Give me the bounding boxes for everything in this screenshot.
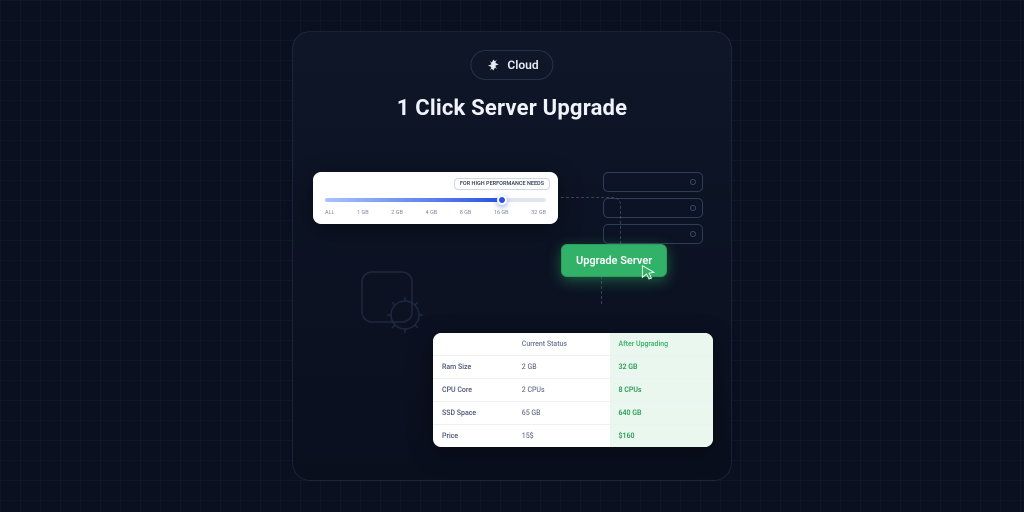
after-value: $160 <box>610 425 713 448</box>
row-label: CPU Core <box>433 379 513 402</box>
tick: 2 GB <box>391 210 403 216</box>
cpu-gear-icon <box>337 247 437 347</box>
slider-thumb[interactable] <box>497 195 507 205</box>
current-value: 2 GB <box>513 356 610 379</box>
slider-ticks: ALL 1 GB 2 GB 4 GB 8 GB 16 GB 32 GB <box>325 210 546 216</box>
slider-tooltip: FOR HIGH PERFORMANCE NEEDS <box>454 178 550 190</box>
tick: ALL <box>325 210 335 216</box>
ram-slider-card: FOR HIGH PERFORMANCE NEEDS ALL 1 GB 2 GB… <box>313 172 558 224</box>
server-icon <box>603 172 703 192</box>
current-value: 65 GB <box>513 402 610 425</box>
col-header-current: Current Status <box>513 333 610 356</box>
cursor-icon <box>639 264 659 284</box>
connector-line <box>561 197 621 247</box>
brand-name: Cloud <box>507 58 538 72</box>
current-value: 15$ <box>513 425 610 448</box>
row-label: SSD Space <box>433 402 513 425</box>
after-value: 8 CPUs <box>610 379 713 402</box>
page-title: 1 Click Server Upgrade <box>293 96 731 121</box>
table-row: Ram Size2 GB32 GB <box>433 356 713 379</box>
tick: 8 GB <box>460 210 472 216</box>
col-header <box>433 333 513 356</box>
table-row: CPU Core2 CPUs8 CPUs <box>433 379 713 402</box>
table-row: SSD Space65 GB640 GB <box>433 402 713 425</box>
tick: 32 GB <box>531 210 546 216</box>
after-value: 32 GB <box>610 356 713 379</box>
connector-line <box>601 276 602 304</box>
row-label: Ram Size <box>433 356 513 379</box>
slider-track[interactable] <box>325 198 546 202</box>
col-header-after: After Upgrading <box>610 333 713 356</box>
table-row: Price15$$160 <box>433 425 713 448</box>
brand-icon <box>485 57 501 73</box>
comparison-table: Current Status After Upgrading Ram Size2… <box>433 333 713 447</box>
tick: 1 GB <box>357 210 369 216</box>
current-value: 2 CPUs <box>513 379 610 402</box>
row-label: Price <box>433 425 513 448</box>
outer-container: Cloud 1 Click Server Upgrade FOR HIGH PE… <box>0 0 1024 512</box>
feature-card: Cloud 1 Click Server Upgrade FOR HIGH PE… <box>292 31 732 481</box>
tick: 16 GB <box>494 210 509 216</box>
slider-fill <box>325 198 502 202</box>
after-value: 640 GB <box>610 402 713 425</box>
brand-pill: Cloud <box>470 50 553 80</box>
tick: 4 GB <box>425 210 437 216</box>
